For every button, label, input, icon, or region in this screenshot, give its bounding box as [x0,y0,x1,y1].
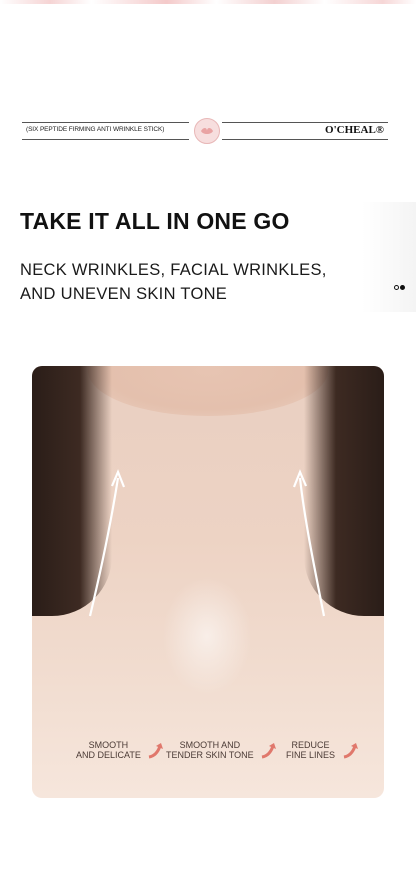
benefit-line: AND DELICATE [76,750,141,760]
benefit-item: SMOOTH AND TENDER SKIN TONE [166,740,279,760]
carousel-dot[interactable] [394,285,399,290]
headline: TAKE IT ALL IN ONE GO [20,208,290,234]
curved-arrow-icon [149,743,164,759]
benefit-line: SMOOTH AND [179,740,241,750]
benefit-line: SMOOTH [88,740,129,750]
benefit-line: FINE LINES [286,750,336,760]
benefit-item: REDUCE FINE LINES [286,740,361,760]
next-slide-peek [362,202,416,312]
neck-photo [32,366,384,798]
subheadline: NECK WRINKLES, FACIAL WRINKLES, AND UNEV… [20,261,327,303]
up-arrow-icon [88,469,326,617]
benefit-item: SMOOTH AND DELICATE [76,740,166,760]
benefit-line: TENDER SKIN TONE [166,750,254,760]
carousel-indicator[interactable] [394,285,405,290]
curved-arrow-icon [261,743,277,759]
emblem-icon [194,118,220,144]
product-name: (SIX PEPTIDE FIRMING ANTI WRINKLE STICK) [26,126,165,133]
benefit-line: REDUCE [291,740,330,750]
curved-arrow-icon [343,743,358,759]
carousel-dot-active[interactable] [400,285,405,290]
product-banner: (SIX PEPTIDE FIRMING ANTI WRINKLE STICK)… [22,118,388,144]
top-decor-strip [0,0,416,4]
brand-logo: O'CHEAL® [325,124,384,136]
